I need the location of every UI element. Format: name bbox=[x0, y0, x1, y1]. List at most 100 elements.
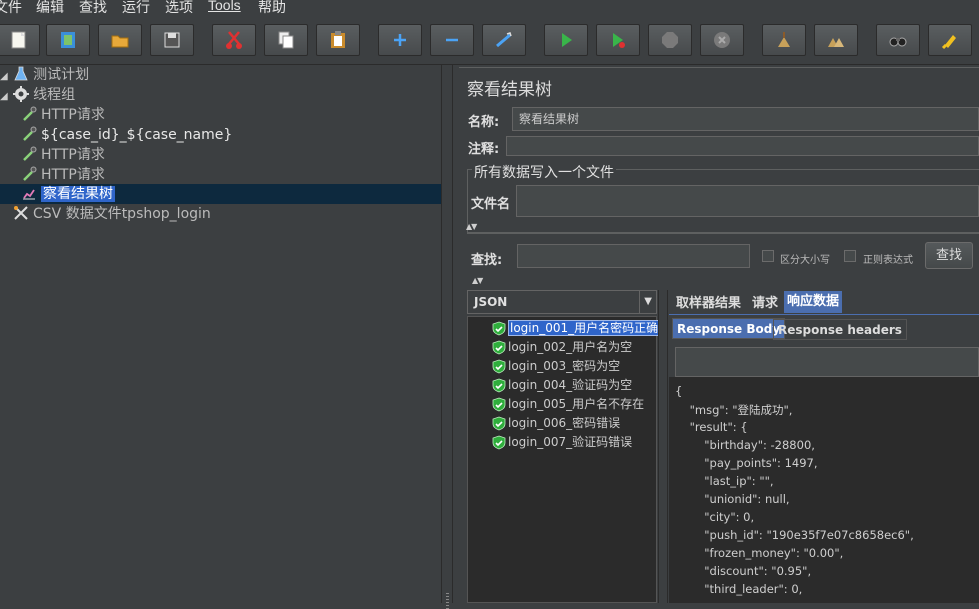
collapse-arrows-icon[interactable]: ▲▼ bbox=[472, 276, 483, 285]
paste-button[interactable] bbox=[316, 24, 360, 56]
json-line: "third_leader": 0, bbox=[675, 582, 803, 596]
regex-checkbox[interactable] bbox=[844, 250, 856, 262]
comment-input[interactable] bbox=[506, 136, 979, 156]
case-sensitive-checkbox[interactable] bbox=[762, 250, 774, 262]
collapse-arrow-icon[interactable]: ◢ bbox=[0, 71, 8, 82]
shutdown-button[interactable] bbox=[700, 24, 744, 56]
paste-icon bbox=[331, 31, 345, 48]
tree-item-label: CSV 数据文件tpshop_login bbox=[33, 206, 211, 222]
list-item[interactable]: login_005_用户名不存在 bbox=[492, 395, 644, 414]
comment-label: 注释: bbox=[468, 142, 500, 157]
success-shield-icon bbox=[492, 416, 506, 431]
tree-item-label: 线程组 bbox=[33, 87, 76, 103]
success-shield-icon bbox=[492, 378, 506, 393]
tools-icon bbox=[14, 206, 28, 220]
pipette-icon bbox=[23, 166, 37, 181]
pane-splitter[interactable] bbox=[441, 65, 453, 609]
reset-search-button[interactable] bbox=[928, 24, 972, 56]
list-item[interactable]: login_001_用户名密码正确 bbox=[492, 319, 661, 338]
sample-results-list: login_001_用户名密码正确 login_002_用户名为空 login_… bbox=[467, 316, 661, 603]
tab-request[interactable]: 请求 bbox=[749, 293, 781, 315]
menu-help[interactable]: 帮助 bbox=[258, 0, 286, 17]
tab-response-body[interactable]: Response Body bbox=[672, 318, 786, 339]
filename-input[interactable] bbox=[516, 185, 979, 217]
start-no-pause-button[interactable] bbox=[596, 24, 640, 56]
tree-item-http-request-1[interactable]: HTTP请求 bbox=[20, 105, 105, 125]
list-item[interactable]: login_004_验证码为空 bbox=[492, 376, 632, 395]
tab-response-headers[interactable]: Response headers bbox=[773, 319, 907, 340]
start-button[interactable] bbox=[544, 24, 588, 56]
start-icon bbox=[562, 33, 572, 47]
collapse-arrows-icon[interactable]: ▲▼ bbox=[466, 222, 477, 231]
menu-run[interactable]: 运行 bbox=[122, 0, 150, 17]
list-item[interactable]: login_002_用户名为空 bbox=[492, 338, 632, 357]
tree-item-label: 察看结果树 bbox=[41, 186, 115, 202]
renderer-selected: JSON bbox=[474, 295, 508, 309]
clear-all-icon bbox=[828, 38, 844, 47]
json-line: "city": 0, bbox=[675, 510, 755, 524]
results-splitter[interactable] bbox=[658, 290, 668, 603]
collapse-arrow-icon[interactable]: ◢ bbox=[0, 91, 8, 102]
stop-button[interactable] bbox=[648, 24, 692, 56]
filename-label: 文件名 bbox=[471, 197, 511, 212]
result-label: login_007_验证码错误 bbox=[508, 435, 633, 449]
response-search-field[interactable] bbox=[675, 347, 979, 377]
tab-response-data[interactable]: 响应数据 bbox=[784, 291, 843, 313]
tree-item-case-request[interactable]: ${case_id}_${case_name} bbox=[20, 125, 232, 145]
menu-options[interactable]: 选项 bbox=[165, 0, 193, 17]
tree-item-http-request-2[interactable]: HTTP请求 bbox=[20, 145, 105, 165]
search-button[interactable] bbox=[876, 24, 920, 56]
expand-icon bbox=[394, 34, 406, 46]
start-no-pause-icon bbox=[613, 33, 625, 48]
response-body-text: { "msg": "登陆成功", "result": { "birthday":… bbox=[669, 377, 979, 603]
list-item[interactable]: login_003_密码为空 bbox=[492, 357, 621, 376]
test-plan-tree: ◢ 测试计划 ◢ 线程组 HTTP请求 ${case_id}_${case_na… bbox=[0, 65, 441, 603]
search-icon bbox=[889, 37, 907, 47]
menu-edit[interactable]: 编辑 bbox=[36, 0, 64, 17]
tree-item-thread-group[interactable]: ◢ 线程组 bbox=[0, 85, 75, 105]
renderer-select[interactable]: JSON ▼ bbox=[467, 290, 657, 314]
chevron-down-icon[interactable]: ▼ bbox=[644, 296, 652, 307]
templates-button[interactable] bbox=[46, 24, 90, 56]
toolbar bbox=[0, 16, 979, 65]
collapse-button[interactable] bbox=[430, 24, 474, 56]
json-line: "unionid": null, bbox=[675, 492, 790, 506]
tree-item-http-request-3[interactable]: HTTP请求 bbox=[20, 165, 105, 185]
search-button[interactable]: 查找 bbox=[925, 242, 973, 269]
splitter-grip-icon[interactable] bbox=[446, 593, 449, 609]
result-label: login_001_用户名密码正确 bbox=[508, 320, 661, 336]
clear-icon bbox=[778, 32, 790, 47]
tree-item-view-results-tree[interactable]: 察看结果树 bbox=[0, 184, 441, 204]
tree-item-label: HTTP请求 bbox=[41, 167, 105, 183]
result-label: login_003_密码为空 bbox=[508, 359, 621, 373]
open-button[interactable] bbox=[98, 24, 142, 56]
result-label: login_006_密码错误 bbox=[508, 416, 621, 430]
expand-button[interactable] bbox=[378, 24, 422, 56]
cut-button[interactable] bbox=[212, 24, 256, 56]
pipette-icon bbox=[23, 146, 37, 161]
menu-file[interactable]: 文件 bbox=[0, 0, 22, 17]
menu-tools[interactable]: Tools bbox=[208, 0, 241, 13]
list-item[interactable]: login_006_密码错误 bbox=[492, 414, 621, 433]
collapse-icon bbox=[446, 38, 458, 42]
templates-icon bbox=[61, 32, 75, 48]
tree-item-csv-data-set[interactable]: CSV 数据文件tpshop_login bbox=[12, 204, 211, 224]
clear-button[interactable] bbox=[762, 24, 806, 56]
new-button[interactable] bbox=[0, 24, 40, 56]
toggle-button[interactable] bbox=[482, 24, 526, 56]
save-button[interactable] bbox=[150, 24, 194, 56]
tree-item-label: HTTP请求 bbox=[41, 107, 105, 123]
menu-search[interactable]: 查找 bbox=[79, 0, 107, 17]
tree-item-test-plan[interactable]: ◢ 测试计划 bbox=[0, 65, 89, 85]
tree-item-label: HTTP请求 bbox=[41, 147, 105, 163]
tab-sampler-result[interactable]: 取样器结果 bbox=[673, 293, 744, 315]
flask-icon bbox=[14, 66, 28, 81]
json-line: "pay_points": 1497, bbox=[675, 456, 818, 470]
toggle-icon bbox=[496, 32, 512, 48]
name-input[interactable]: 察看结果树 bbox=[512, 107, 979, 131]
search-input[interactable] bbox=[517, 244, 750, 268]
json-line: "last_ip": "", bbox=[675, 474, 774, 488]
clear-all-button[interactable] bbox=[814, 24, 858, 56]
copy-button[interactable] bbox=[264, 24, 308, 56]
list-item[interactable]: login_007_验证码错误 bbox=[492, 433, 633, 452]
